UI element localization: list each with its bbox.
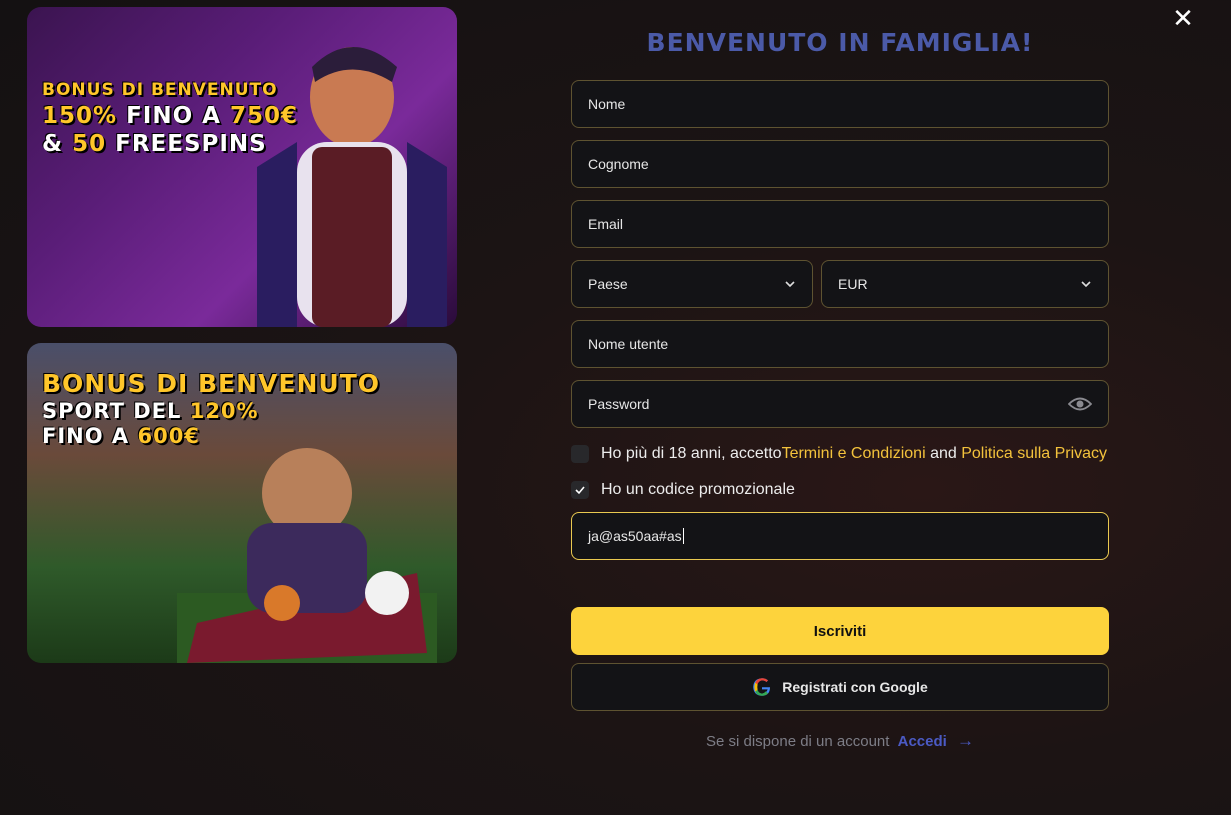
casino-banner-fino: FINO A <box>117 103 230 129</box>
chevron-down-icon <box>785 281 795 288</box>
username-placeholder: Nome utente <box>588 336 669 352</box>
arrow-right-icon[interactable]: → <box>957 731 974 750</box>
terms-link[interactable]: Termini e Condizioni <box>782 445 926 463</box>
promo-label: Ho un codice promozionale <box>601 481 795 498</box>
promo-code-value: ja@as50aa#as <box>588 528 682 544</box>
casino-banner-spins-count: 50 <box>72 131 107 157</box>
checkmark-icon <box>575 486 585 495</box>
first-name-placeholder: Nome <box>588 96 626 112</box>
sport-banner-label: SPORT DEL <box>42 399 190 423</box>
text-cursor <box>682 528 684 544</box>
currency-select[interactable]: EUR <box>821 260 1109 308</box>
country-select[interactable]: Paese <box>571 260 813 308</box>
terms-prefix: Ho più di 18 anni, accetto <box>601 445 782 462</box>
login-link[interactable]: Accedi <box>898 733 947 750</box>
casino-banner-line2: 150% FINO A 750€ <box>42 103 298 129</box>
last-name-placeholder: Cognome <box>588 156 649 172</box>
sport-banner-line3: FINO A 600€ <box>42 424 200 448</box>
chevron-down-icon <box>1081 281 1091 288</box>
terms-row: Ho più di 18 anni, accetto Termini e Con… <box>571 445 1107 463</box>
sport-banner-percent: 120% <box>189 399 259 423</box>
casino-banner-amount: 750€ <box>229 103 298 129</box>
register-button[interactable]: Iscriviti <box>571 607 1109 655</box>
google-register-button[interactable]: Registrati con Google <box>571 663 1109 711</box>
casino-bonus-banner[interactable]: BONUS DI BENVENUTO 150% FINO A 750€ & 50… <box>27 7 457 327</box>
email-placeholder: Email <box>588 216 624 232</box>
sport-character-illustration <box>177 448 437 663</box>
promo-checkbox[interactable] <box>571 481 589 499</box>
currency-select-label: EUR <box>838 276 868 292</box>
sport-banner-line1: BONUS DI BENVENUTO <box>42 369 381 398</box>
terms-and: and <box>925 445 962 462</box>
casino-banner-freespins: FREESPINS <box>106 131 267 157</box>
casino-banner-percent: 150% <box>42 103 118 129</box>
form-title: BENVENUTO IN FAMIGLIA! <box>646 28 1034 57</box>
casino-banner-amp: & <box>42 131 73 157</box>
close-icon[interactable]: ✕ <box>1170 6 1196 32</box>
promo-code-input[interactable]: ja@as50aa#as <box>571 512 1109 560</box>
last-name-input[interactable]: Cognome <box>571 140 1109 188</box>
promo-row: Ho un codice promozionale <box>571 481 795 499</box>
country-select-label: Paese <box>588 276 628 292</box>
username-input[interactable]: Nome utente <box>571 320 1109 368</box>
sport-banner-amount: 600€ <box>137 424 200 448</box>
google-icon <box>753 678 771 696</box>
sport-banner-line2: SPORT DEL 120% <box>42 399 259 423</box>
sport-banner-fino: FINO A <box>42 424 138 448</box>
casino-banner-line1: BONUS DI BENVENUTO <box>42 80 278 100</box>
gangster-character-illustration <box>257 47 447 327</box>
privacy-link[interactable]: Politica sulla Privacy <box>961 445 1107 463</box>
login-prompt-text: Se si dispone di un account <box>705 733 890 750</box>
login-prompt-row: Se si dispone di un account Accedi → <box>571 731 1109 751</box>
google-register-label: Registrati con Google <box>782 679 928 695</box>
casino-banner-line3: & 50 FREESPINS <box>42 131 267 157</box>
first-name-input[interactable]: Nome <box>571 80 1109 128</box>
email-input[interactable]: Email <box>571 200 1109 248</box>
sport-bonus-banner[interactable]: BONUS DI BENVENUTO SPORT DEL 120% FINO A… <box>27 343 457 663</box>
eye-icon[interactable] <box>1068 395 1092 413</box>
terms-checkbox[interactable] <box>571 445 589 463</box>
password-input[interactable]: Password <box>571 380 1109 428</box>
password-placeholder: Password <box>588 396 650 412</box>
